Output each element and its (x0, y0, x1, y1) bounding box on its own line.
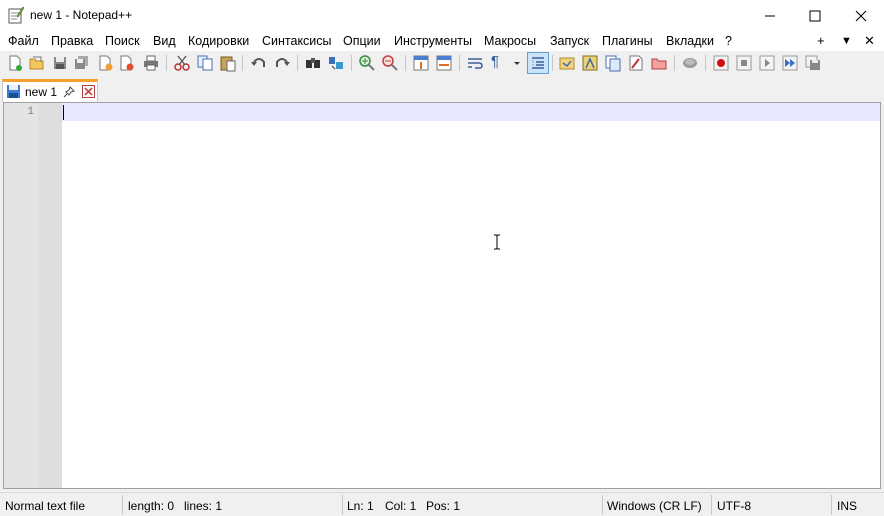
status-separator (711, 495, 712, 515)
menu-settings[interactable]: Опции (343, 34, 381, 48)
saved-document-icon (7, 85, 20, 98)
close-icon[interactable] (96, 54, 114, 72)
toolbar-separator (705, 55, 706, 71)
line-number-margin: 1 (4, 103, 38, 488)
close-all-icon[interactable] (118, 54, 136, 72)
monitoring-icon[interactable] (650, 54, 668, 72)
status-lines: lines: 1 (184, 499, 223, 513)
dropdown-arrow-icon[interactable] (511, 54, 523, 72)
user-language-icon[interactable] (558, 54, 576, 72)
status-separator (602, 495, 603, 515)
menu-file[interactable]: Файл (8, 34, 39, 48)
open-file-icon[interactable] (28, 54, 46, 72)
redo-icon[interactable] (273, 54, 291, 72)
minimize-button[interactable] (747, 0, 793, 31)
indent-guide-button[interactable] (527, 52, 549, 74)
show-all-chars-icon[interactable]: ¶ (491, 53, 509, 71)
window-title: new 1 - Notepad++ (30, 8, 133, 22)
status-insert-mode[interactable]: INS (837, 499, 857, 513)
paste-icon[interactable] (219, 54, 237, 72)
status-col: Col: 1 (385, 499, 417, 513)
status-encoding[interactable]: UTF-8 (717, 499, 751, 513)
tab-bar: new 1 (0, 76, 884, 102)
close-button[interactable] (838, 0, 884, 31)
record-macro-icon[interactable] (712, 54, 730, 72)
status-eol[interactable]: Windows (CR LF) (607, 499, 702, 513)
folder-workspace-icon[interactable] (627, 54, 645, 72)
toolbar: ¶ (0, 51, 884, 75)
current-line-highlight (62, 103, 880, 121)
toolbar-separator (351, 55, 352, 71)
menu-language[interactable]: Синтаксисы (262, 34, 332, 48)
copy-icon[interactable] (196, 54, 214, 72)
title-bar[interactable]: new 1 - Notepad++ (0, 0, 884, 31)
status-separator (342, 495, 343, 515)
toolbar-separator (166, 55, 167, 71)
save-all-icon[interactable] (73, 54, 91, 72)
status-bar: Normal text file length: 0 lines: 1 Ln: … (0, 492, 884, 516)
function-list-icon[interactable] (604, 54, 622, 72)
menu-macro[interactable]: Макросы (484, 34, 536, 48)
menu-run[interactable]: Запуск (550, 34, 589, 48)
sync-vertical-icon[interactable] (412, 54, 430, 72)
print-icon[interactable] (142, 54, 160, 72)
line-number: 1 (27, 106, 34, 118)
status-separator (831, 495, 832, 515)
minimize-icon (765, 15, 775, 16)
toolbar-separator (674, 55, 675, 71)
find-icon[interactable] (304, 54, 322, 72)
notepadpp-window: new 1 - Notepad++ Файл Правка Поиск Вид … (0, 0, 884, 516)
menu-help[interactable]: ? (725, 34, 732, 48)
toolbar-separator (552, 55, 553, 71)
tab-close-icon[interactable] (82, 85, 95, 98)
menu-tools[interactable]: Инструменты (394, 34, 472, 48)
new-file-icon[interactable] (6, 54, 24, 72)
indent-guide-icon (532, 57, 544, 69)
stop-record-icon[interactable] (735, 54, 753, 72)
pin-icon[interactable] (63, 86, 75, 98)
save-macro-icon[interactable] (804, 54, 822, 72)
close-window-icon (855, 10, 867, 21)
toolbar-separator (297, 55, 298, 71)
word-wrap-icon[interactable] (466, 54, 484, 72)
status-ln: Ln: 1 (347, 499, 374, 513)
status-separator (122, 495, 123, 515)
menu-encoding[interactable]: Кодировки (188, 34, 249, 48)
launch-icon[interactable] (681, 54, 699, 72)
run-macro-multiple-icon[interactable] (781, 54, 799, 72)
tab-new-1[interactable]: new 1 (2, 79, 98, 102)
menu-view[interactable]: Вид (153, 34, 176, 48)
save-icon[interactable] (51, 54, 69, 72)
toolbar-separator (405, 55, 406, 71)
toolbar-separator (459, 55, 460, 71)
menu-edit[interactable]: Правка (51, 34, 93, 48)
text-caret (63, 105, 64, 120)
close-doc-button[interactable]: ✕ (864, 33, 875, 49)
notepad-app-icon (8, 6, 24, 24)
editor-area[interactable]: 1 (3, 102, 881, 489)
cut-icon[interactable] (173, 54, 191, 72)
tab-label: new 1 (25, 85, 58, 99)
status-length: length: 0 (128, 499, 175, 513)
menu-plugins[interactable]: Плагины (602, 34, 653, 48)
maximize-icon (809, 10, 821, 21)
toolbar-separator (242, 55, 243, 71)
undo-icon[interactable] (250, 54, 268, 72)
sync-horizontal-icon[interactable] (435, 54, 453, 72)
menu-bar: Файл Правка Поиск Вид Кодировки Синтакси… (0, 31, 884, 51)
document-map-icon[interactable] (581, 54, 599, 72)
menu-window[interactable]: Вкладки (666, 34, 714, 48)
ibeam-cursor-icon (494, 234, 500, 250)
zoom-out-icon[interactable] (381, 54, 399, 72)
status-file-type: Normal text file (5, 499, 86, 513)
zoom-in-icon[interactable] (358, 54, 376, 72)
playback-icon[interactable] (758, 54, 776, 72)
fold-margin[interactable] (38, 103, 62, 488)
replace-icon[interactable] (327, 54, 345, 72)
maximize-button[interactable] (792, 0, 838, 31)
menu-search[interactable]: Поиск (105, 34, 140, 48)
status-pos: Pos: 1 (426, 499, 461, 513)
tab-list-button[interactable]: ▼ (841, 35, 852, 47)
new-tab-button[interactable]: + (817, 33, 825, 48)
